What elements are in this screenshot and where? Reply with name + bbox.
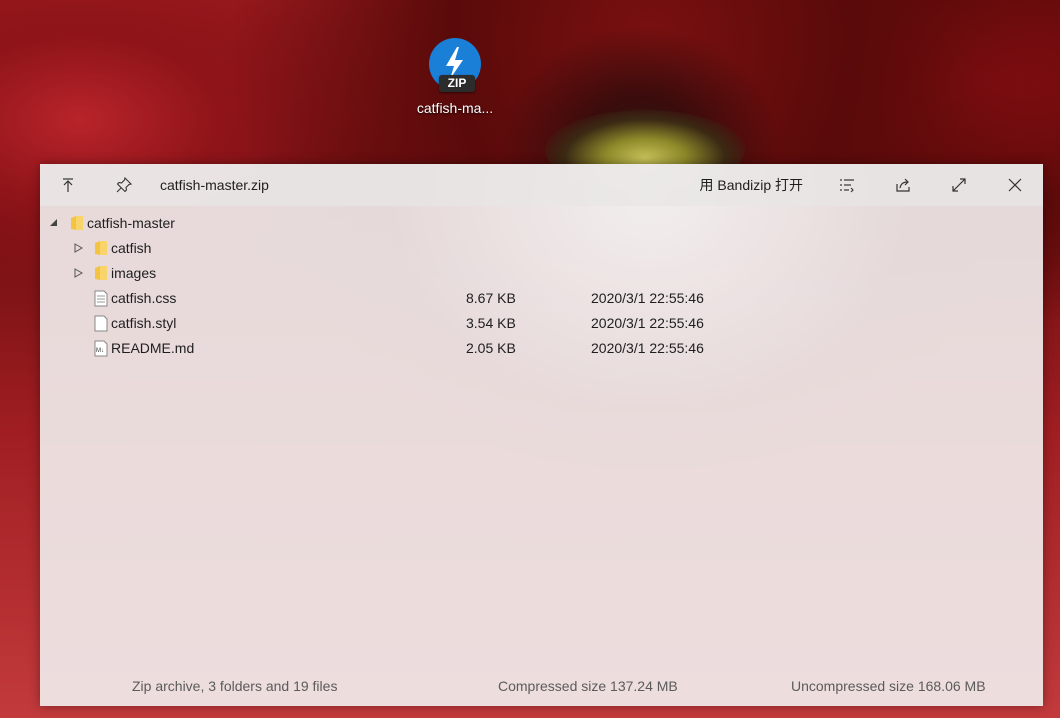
item-name: catfish-master bbox=[87, 214, 175, 231]
tree-row[interactable]: M↓ README.md 2.05 KB 2020/3/1 22:55:46 bbox=[40, 335, 1043, 360]
item-size: 3.54 KB bbox=[466, 314, 516, 331]
archive-summary: Zip archive, 3 folders and 19 files bbox=[132, 678, 338, 694]
markdown-file-icon: M↓ bbox=[94, 340, 108, 356]
close-button[interactable] bbox=[997, 167, 1033, 203]
svg-text:M↓: M↓ bbox=[96, 348, 104, 354]
arrow-up-icon bbox=[63, 178, 73, 192]
open-with-bandizip-button[interactable]: 用 Bandizip 打开 bbox=[700, 175, 803, 195]
item-size: 2.05 KB bbox=[466, 339, 516, 356]
compressed-size: Compressed size 137.24 MB bbox=[498, 678, 678, 694]
zip-badge: ZIP bbox=[439, 75, 475, 92]
tree-row[interactable]: catfish bbox=[40, 235, 1043, 260]
text-file-icon bbox=[94, 290, 108, 306]
list-view-button[interactable] bbox=[829, 167, 865, 203]
item-name: catfish bbox=[111, 239, 152, 256]
go-up-button[interactable] bbox=[50, 167, 86, 203]
bandizip-icon: ZIP bbox=[429, 38, 481, 92]
status-bar: Zip archive, 3 folders and 19 files Comp… bbox=[40, 668, 1043, 706]
window-title: catfish-master.zip bbox=[160, 177, 269, 193]
item-name: catfish.css bbox=[111, 289, 177, 306]
pin-icon bbox=[116, 177, 132, 193]
folder-icon bbox=[70, 215, 84, 231]
close-icon bbox=[1008, 178, 1022, 192]
item-date: 2020/3/1 22:55:46 bbox=[591, 314, 704, 331]
tree-row[interactable]: catfish-master bbox=[40, 210, 1043, 235]
blank-file-icon bbox=[94, 315, 108, 331]
share-button[interactable] bbox=[885, 167, 921, 203]
item-name: README.md bbox=[111, 339, 195, 356]
item-name: catfish.styl bbox=[111, 314, 177, 331]
item-name: images bbox=[111, 264, 157, 281]
list-icon bbox=[840, 179, 854, 193]
item-date: 2020/3/1 22:55:46 bbox=[591, 339, 704, 356]
tree-row[interactable]: images bbox=[40, 260, 1043, 285]
pin-button[interactable] bbox=[106, 167, 142, 203]
expand-button[interactable] bbox=[941, 167, 977, 203]
share-icon bbox=[896, 178, 910, 192]
archive-preview-window: catfish-master.zip 用 Bandizip 打开 catfish… bbox=[40, 164, 1043, 706]
item-size: 8.67 KB bbox=[466, 289, 516, 306]
tree-row[interactable]: catfish.styl 3.54 KB 2020/3/1 22:55:46 bbox=[40, 310, 1043, 335]
expand-triangle-icon[interactable] bbox=[73, 267, 83, 278]
desktop-icon-label: catfish-ma... bbox=[416, 100, 494, 116]
folder-icon bbox=[94, 240, 108, 256]
expand-triangle-icon[interactable] bbox=[73, 242, 83, 253]
file-tree: catfish-master catfish images catfish.cs… bbox=[40, 206, 1043, 360]
expand-icon bbox=[952, 178, 966, 192]
title-bar: catfish-master.zip 用 Bandizip 打开 bbox=[40, 164, 1043, 206]
folder-icon bbox=[94, 265, 108, 281]
desktop-zip-file-icon[interactable]: ZIP catfish-ma... bbox=[405, 38, 505, 128]
tree-row[interactable]: catfish.css 8.67 KB 2020/3/1 22:55:46 bbox=[40, 285, 1043, 310]
collapse-triangle-icon[interactable] bbox=[48, 218, 58, 228]
item-date: 2020/3/1 22:55:46 bbox=[591, 289, 704, 306]
uncompressed-size: Uncompressed size 168.06 MB bbox=[791, 678, 986, 694]
